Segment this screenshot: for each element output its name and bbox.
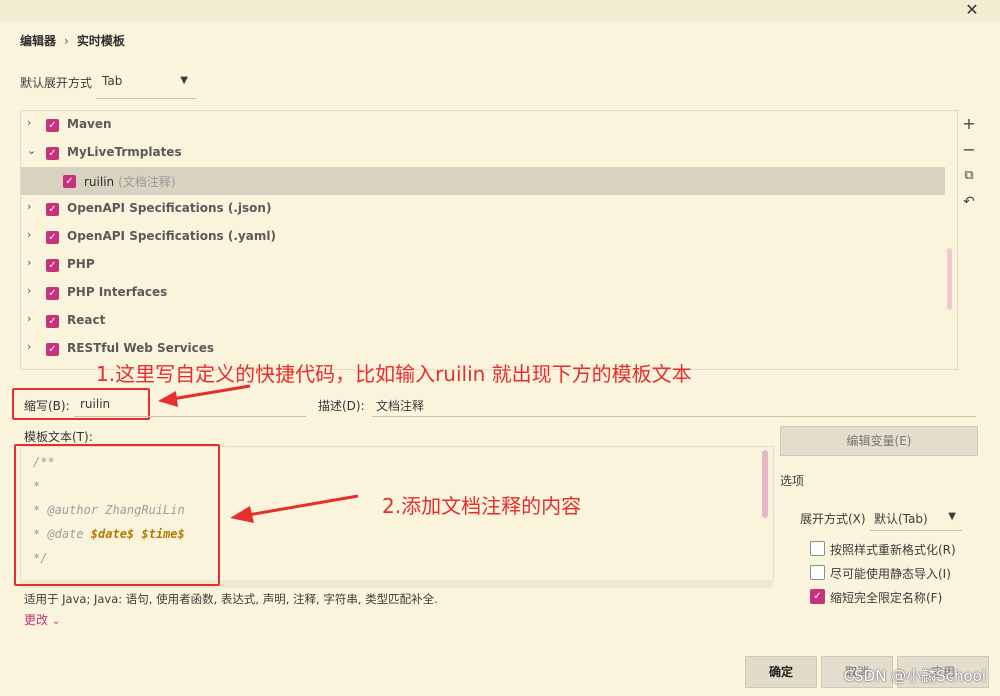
chevron-right-icon[interactable]: › (27, 257, 37, 268)
expand-with-value: 默认(Tab) (874, 512, 928, 526)
description-value: 文档注释 (376, 399, 425, 413)
tree-item-php[interactable]: › ✓ PHP (21, 251, 945, 279)
abbreviation-value: ruilin (80, 397, 111, 411)
reformat-label: 按照样式重新格式化(R) (830, 543, 956, 557)
tree-item-label: React (67, 313, 106, 327)
default-expand-label: 默认展开方式 (20, 76, 93, 90)
static-import-label: 尽可能使用静态导入(I) (830, 567, 951, 581)
tree-item-react[interactable]: › ✓ React (21, 307, 945, 335)
options-title: 选项 (780, 474, 805, 488)
tree-item-label: Maven (67, 117, 112, 131)
tree-item-mylivetemplates[interactable]: ⌄ ✓ MyLiveTrmplates (21, 139, 945, 167)
checkbox-checked-icon[interactable]: ✓ (46, 315, 59, 328)
template-text-label: 模板文本(T): (24, 430, 93, 444)
abbreviation-label: 缩写(B): (24, 399, 70, 413)
description-label: 描述(D): (318, 399, 365, 413)
ok-button[interactable]: 确定 (745, 656, 817, 688)
change-link[interactable]: 更改 ⌄ (24, 611, 60, 628)
tree-scrollbar[interactable] (947, 248, 952, 310)
checkbox-checked-icon[interactable]: ✓ (46, 287, 59, 300)
shorten-fq-label: 缩短完全限定名称(F) (830, 591, 943, 605)
tree-item-php-interfaces[interactable]: › ✓ PHP Interfaces (21, 279, 945, 307)
description-field[interactable]: 文档注释 (372, 392, 976, 417)
checkbox-checked-icon[interactable]: ✓ (46, 259, 59, 272)
applicable-contexts: 适用于 Java; Java: 语句, 使用者函数, 表达式, 声明, 注释, … (24, 592, 438, 606)
tree-item-ruilin[interactable]: ✓ ruilin (文档注释) (21, 167, 945, 195)
expand-with-select[interactable]: 默认(Tab) ▼ (870, 504, 962, 531)
reformat-checkbox[interactable] (810, 541, 825, 556)
breadcrumb: 编辑器 › 实时模板 (20, 32, 125, 49)
default-expand-select[interactable]: Tab ▼ (96, 68, 196, 99)
chevron-right-icon: › (64, 34, 69, 48)
default-expand-value: Tab (102, 74, 123, 88)
checkbox-checked-icon[interactable]: ✓ (46, 119, 59, 132)
title-bar (0, 0, 1000, 22)
breadcrumb-parent[interactable]: 编辑器 (20, 34, 56, 48)
editor-scrollbar[interactable] (762, 450, 768, 518)
chevron-right-icon[interactable]: › (27, 201, 37, 212)
chevron-right-icon[interactable]: › (27, 229, 37, 240)
revert-icon[interactable]: ↶ (959, 192, 979, 212)
tree-item-label: OpenAPI Specifications (.json) (67, 201, 272, 215)
tree-item-label: ruilin (文档注释) (84, 175, 176, 189)
template-tree[interactable]: › ✓ Maven ⌄ ✓ MyLiveTrmplates ✓ ruilin (文… (20, 110, 958, 370)
chevron-right-icon[interactable]: › (27, 313, 37, 324)
tree-item-maven[interactable]: › ✓ Maven (21, 111, 945, 139)
chevron-right-icon[interactable]: › (27, 117, 37, 128)
abbreviation-field[interactable]: ruilin (74, 392, 306, 417)
tree-item-label: PHP (67, 257, 95, 271)
chevron-right-icon[interactable]: › (27, 285, 37, 296)
tree-item-label: MyLiveTrmplates (67, 145, 182, 159)
tree-item-openapi-yaml[interactable]: › ✓ OpenAPI Specifications (.yaml) (21, 223, 945, 251)
checkbox-checked-icon[interactable]: ✓ (46, 203, 59, 216)
annotation-two: 2.添加文档注释的内容 (382, 494, 582, 518)
template-highlight (14, 444, 220, 586)
dropdown-arrow-icon: ▼ (948, 511, 956, 522)
arrow-two-icon (230, 494, 359, 523)
remove-icon[interactable]: − (959, 140, 979, 160)
tree-item-label: RESTful Web Services (67, 341, 215, 355)
edit-variables-button[interactable]: 编辑变量(E) (780, 426, 978, 456)
tree-item-openapi-json[interactable]: › ✓ OpenAPI Specifications (.json) (21, 195, 945, 223)
tree-item-label: PHP Interfaces (67, 285, 168, 299)
dropdown-arrow-icon: ▼ (180, 75, 188, 86)
chevron-down-icon[interactable]: ⌄ (27, 145, 37, 156)
copy-icon[interactable]: ⧉ (959, 166, 979, 186)
shorten-fq-checkbox[interactable]: ✓ (810, 589, 825, 604)
static-import-checkbox[interactable] (810, 565, 825, 580)
add-icon[interactable]: + (959, 114, 979, 134)
watermark: CSDN @小麟School (843, 667, 986, 685)
checkbox-checked-icon[interactable]: ✓ (46, 231, 59, 244)
checkbox-checked-icon[interactable]: ✓ (63, 175, 76, 188)
checkbox-checked-icon[interactable]: ✓ (46, 343, 59, 356)
checkbox-checked-icon[interactable]: ✓ (46, 147, 59, 160)
chevron-down-icon: ⌄ (51, 616, 61, 627)
expand-with-label: 展开方式(X) (800, 512, 866, 526)
breadcrumb-current: 实时模板 (76, 34, 125, 48)
chevron-right-icon[interactable]: › (27, 341, 37, 352)
tree-item-label: OpenAPI Specifications (.yaml) (67, 229, 276, 243)
close-icon[interactable]: ✕ (962, 0, 982, 20)
